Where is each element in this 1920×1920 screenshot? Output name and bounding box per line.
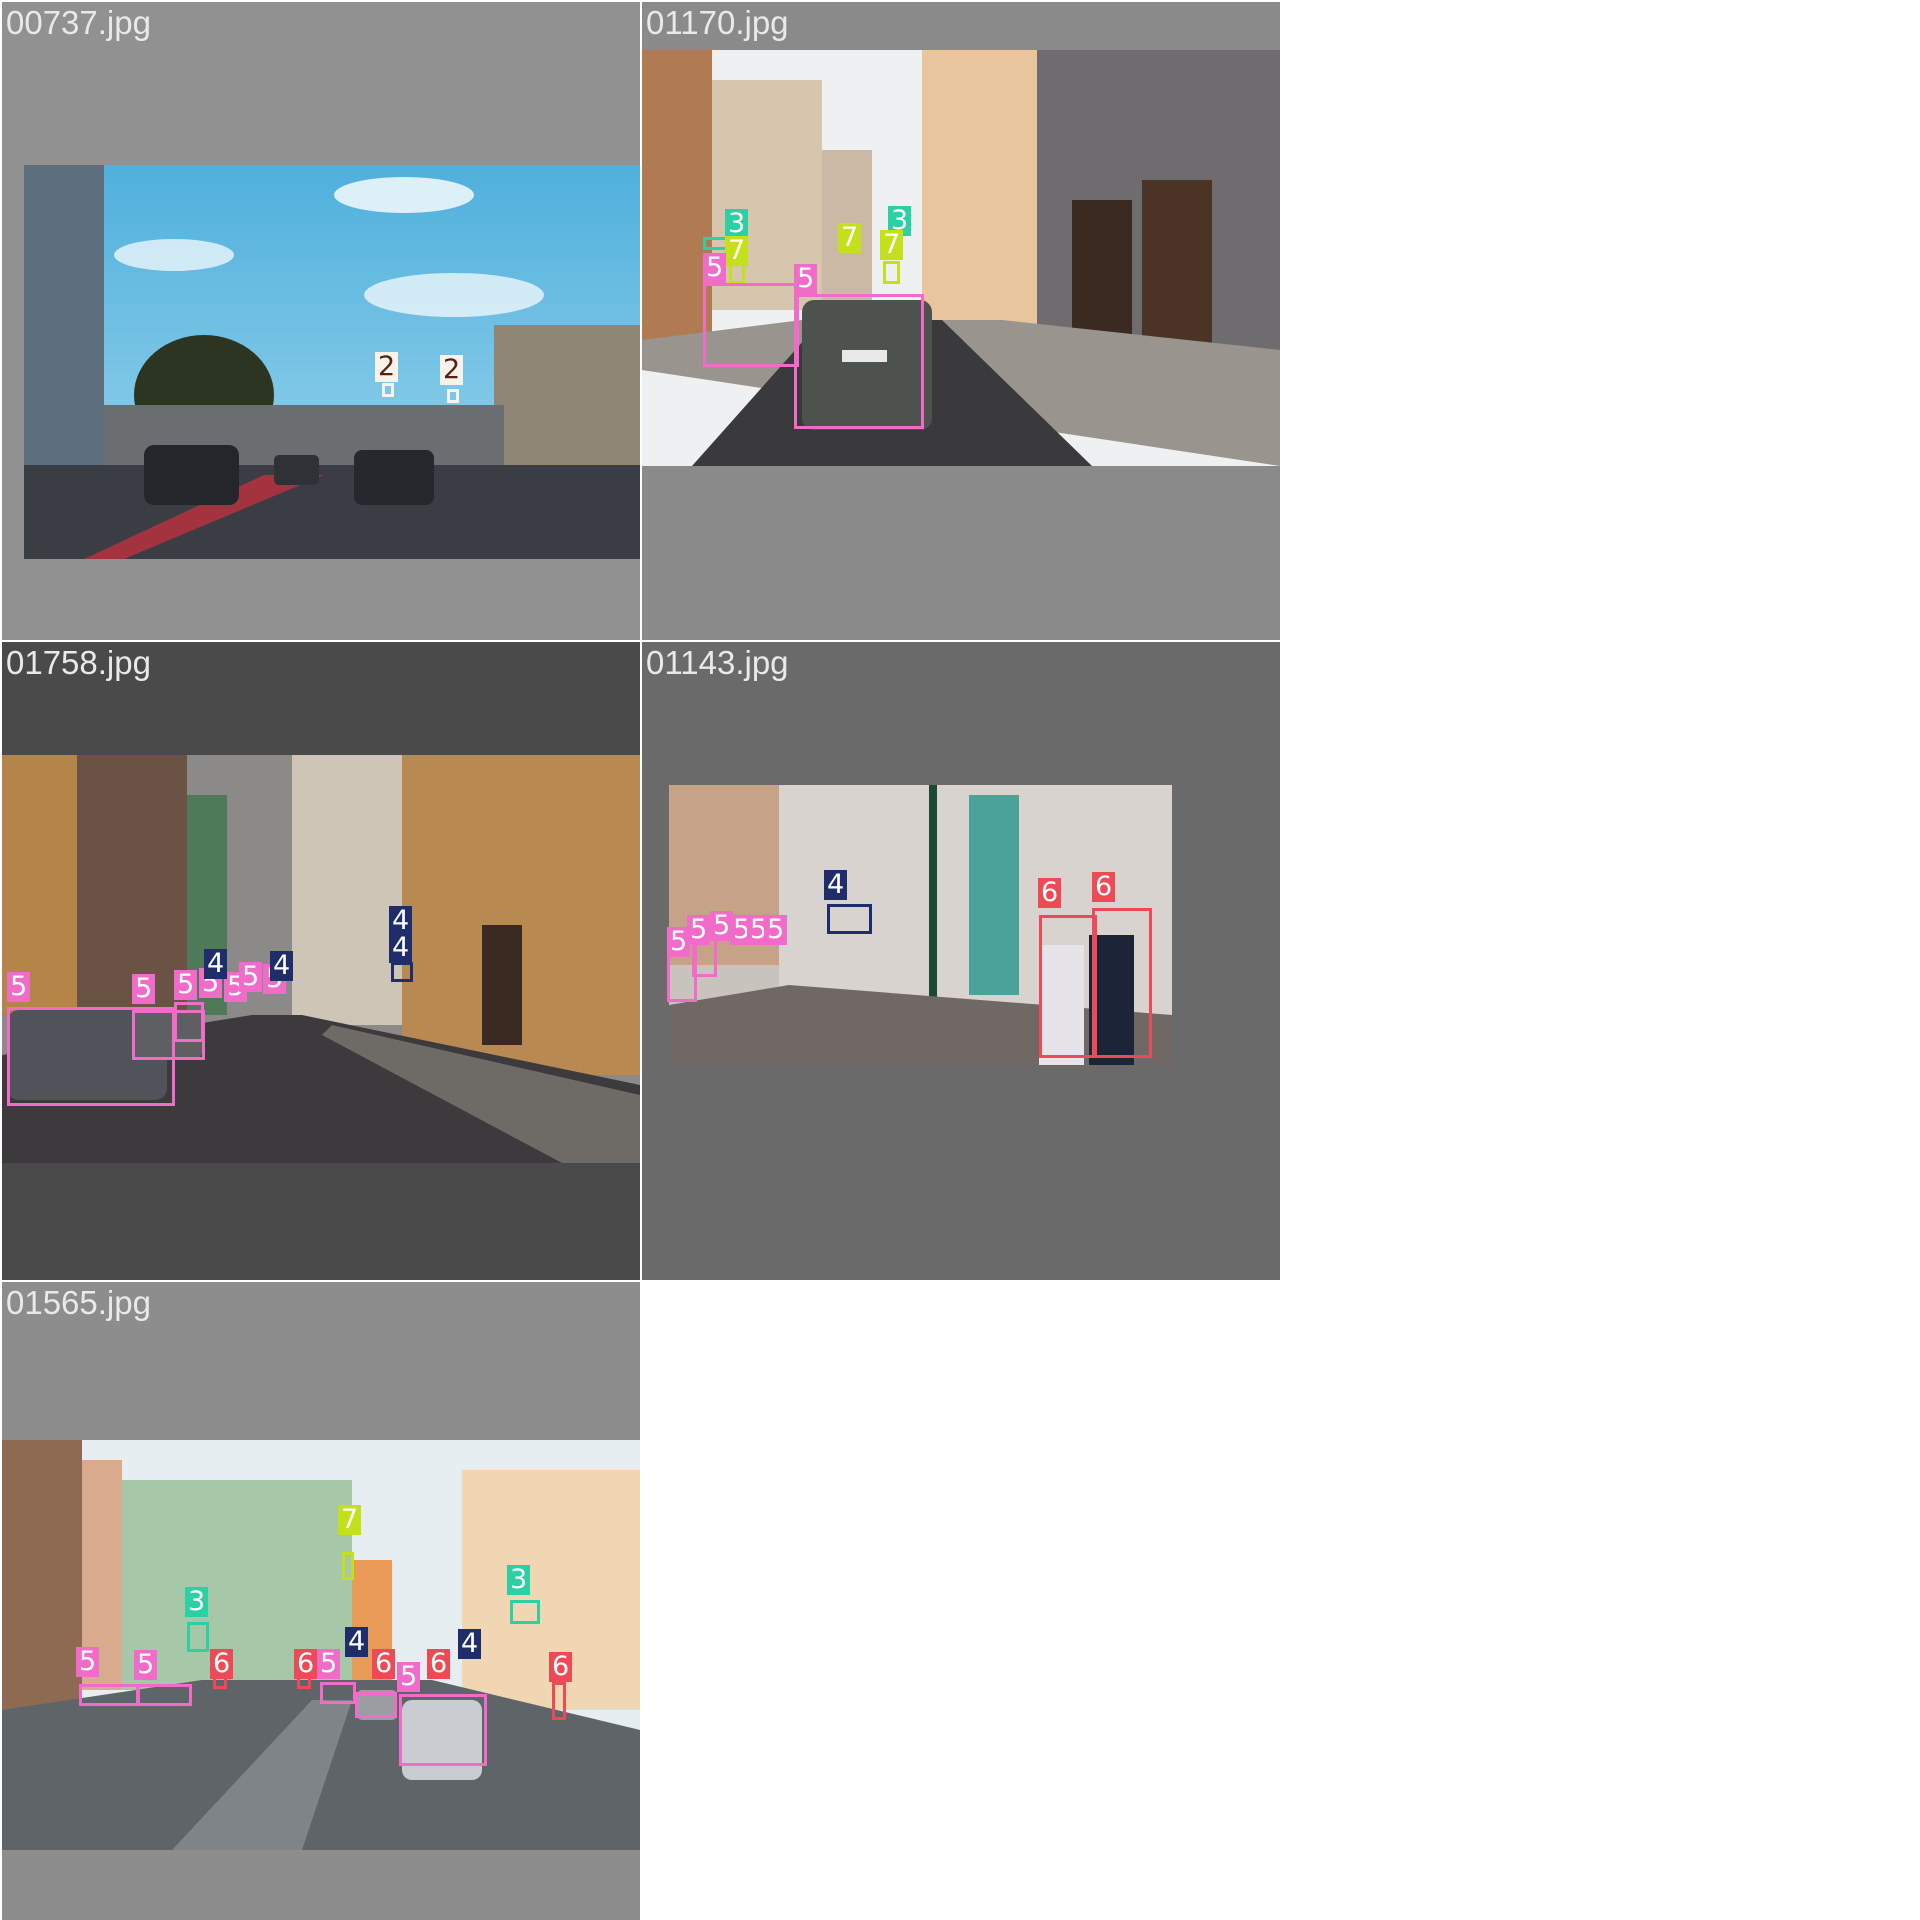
detection-label: 4 [824, 870, 848, 900]
detection-label: 5 [703, 253, 727, 283]
detection-box [79, 1684, 139, 1706]
tile-filename: 01170.jpg [646, 4, 789, 41]
detection-label: 5 [794, 264, 818, 294]
detection-box [447, 389, 459, 403]
detection-label: 7 [338, 1505, 362, 1535]
street-photo [2, 1440, 640, 1850]
tile-filename: 00737.jpg [6, 4, 151, 41]
detection-box [399, 1694, 487, 1766]
detection-label: 6 [1038, 878, 1062, 908]
detection-label: 5 [397, 1662, 421, 1692]
detection-label: 6 [210, 1649, 234, 1679]
detection-label: 5 [174, 970, 198, 1000]
detection-label: 4 [389, 933, 413, 963]
detection-box [174, 1002, 204, 1042]
tile-filename: 01565.jpg [6, 1284, 151, 1321]
detection-label: 4 [345, 1627, 369, 1657]
detection-label: 5 [239, 962, 263, 992]
detection-label: 3 [185, 1587, 209, 1617]
detection-box [510, 1600, 540, 1624]
detection-label: 6 [427, 1649, 451, 1679]
detection-label: 5 [317, 1649, 341, 1679]
detection-label: 3 [507, 1565, 531, 1595]
detection-label: 6 [1092, 872, 1116, 902]
detection-label: 4 [458, 1629, 482, 1659]
detection-label: 5 [764, 915, 788, 945]
detection-label: 5 [7, 972, 31, 1002]
detection-box [1039, 915, 1097, 1058]
detection-box [552, 1682, 566, 1720]
detection-box [355, 1692, 397, 1718]
detection-label: 5 [76, 1647, 100, 1677]
detection-label: 5 [134, 1650, 158, 1680]
detection-label: 4 [204, 949, 228, 979]
detection-label: 5 [132, 974, 156, 1004]
detection-box [320, 1682, 356, 1704]
detection-label: 4 [270, 951, 294, 981]
detection-box [342, 1552, 354, 1580]
detection-box [827, 904, 872, 934]
street-scene-image [2, 1440, 640, 1850]
detection-label: 7 [725, 236, 749, 266]
detection-box [883, 261, 900, 284]
detection-label: 6 [549, 1652, 573, 1682]
mosaic-tile-01170: 01170.jpg 3 3 7 7 7 5 5 [642, 2, 1280, 640]
mosaic-tile-01565: 01565.jpg 5 5 3 7 3 6 6 5 4 6 5 6 4 6 [2, 1282, 640, 1920]
detection-box [391, 962, 413, 982]
detection-label: 2 [440, 355, 464, 385]
detection-label: 6 [372, 1649, 396, 1679]
detection-box [137, 1684, 192, 1706]
detection-label: 7 [838, 223, 862, 253]
detection-label: 5 [687, 915, 711, 945]
detection-box [703, 283, 799, 367]
mosaic-tile-00737: 00737.jpg 2 2 [2, 2, 640, 640]
mosaic-tile-01143: 01143.jpg 5 5 5 5 5 5 4 6 6 [642, 642, 1280, 1280]
mosaic-tile-01758: 01758.jpg 5 5 5 5 5 5 5 4 4 4 4 [2, 642, 640, 1280]
street-photo [24, 165, 640, 559]
detection-box [794, 294, 924, 429]
street-scene-image [24, 165, 640, 559]
detection-box [187, 1622, 209, 1652]
tile-filename: 01758.jpg [6, 644, 151, 681]
detection-box [1092, 908, 1152, 1058]
detection-label: 6 [294, 1649, 318, 1679]
tile-filename: 01143.jpg [646, 644, 789, 681]
detection-box [382, 383, 394, 397]
detection-label: 2 [375, 352, 399, 382]
detection-label: 7 [880, 230, 904, 260]
